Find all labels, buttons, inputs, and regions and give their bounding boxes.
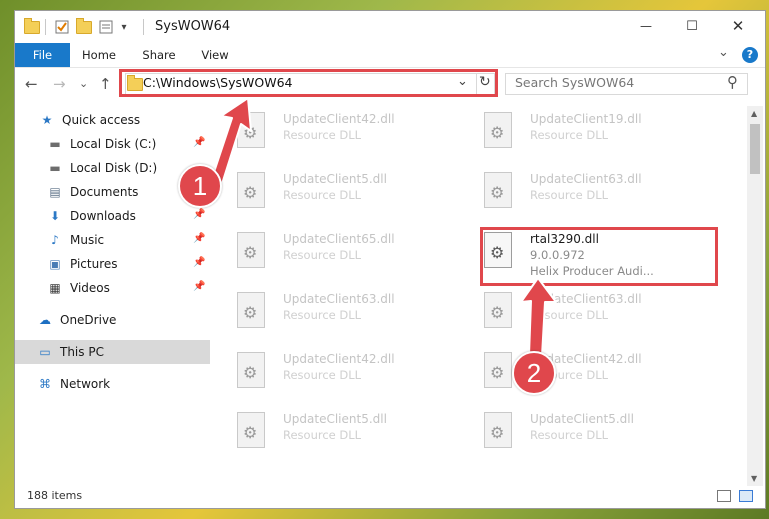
step-1-badge: 1 — [178, 164, 222, 208]
annotation-arrows — [211, 97, 557, 357]
arrow-to-address-bar — [211, 97, 252, 185]
arrow-to-file — [520, 277, 557, 357]
step-2-badge: 2 — [512, 351, 556, 395]
